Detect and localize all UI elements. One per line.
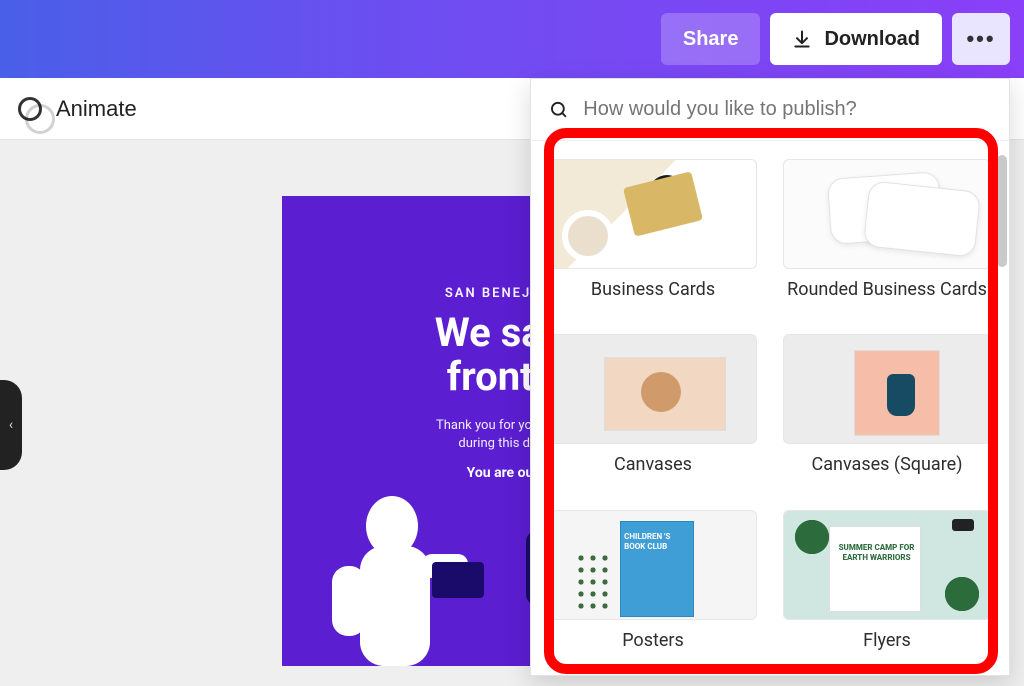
download-icon [792, 29, 812, 49]
publish-grid: Business Cards Rounded Business Cards Ca… [531, 141, 1009, 675]
share-label: Share [683, 28, 739, 51]
publish-search-row [531, 79, 1009, 141]
more-button[interactable]: ••• [952, 13, 1010, 65]
search-icon [549, 99, 569, 121]
animate-label: Animate [56, 96, 137, 122]
more-icon: ••• [966, 26, 995, 52]
publish-label: Canvases [549, 454, 757, 475]
publish-panel: Business Cards Rounded Business Cards Ca… [530, 78, 1010, 676]
publish-item-canvases[interactable]: Canvases [549, 334, 757, 491]
publish-label: Flyers [783, 630, 991, 651]
thumbnail-posters [549, 510, 757, 620]
thumbnail-rounded-business-cards [783, 159, 991, 269]
top-bar: Share Download ••• [0, 0, 1024, 78]
publish-label: Canvases (Square) [783, 454, 991, 475]
publish-item-flyers[interactable]: Flyers [783, 510, 991, 667]
thumbnail-canvases-square [783, 334, 991, 444]
thumbnail-canvases [549, 334, 757, 444]
thumbnail-flyers [783, 510, 991, 620]
publish-label: Posters [549, 630, 757, 651]
animate-button[interactable]: Animate [18, 96, 137, 122]
publish-item-posters[interactable]: Posters [549, 510, 757, 667]
publish-label: Rounded Business Cards [783, 279, 991, 300]
download-label: Download [824, 28, 920, 51]
side-panel-handle[interactable] [0, 380, 22, 470]
animate-icon [18, 97, 42, 121]
thumbnail-business-cards [549, 159, 757, 269]
publish-label: Business Cards [549, 279, 757, 300]
share-button[interactable]: Share [661, 13, 761, 65]
download-button[interactable]: Download [770, 13, 942, 65]
publish-scrollbar[interactable] [997, 155, 1007, 267]
publish-item-business-cards[interactable]: Business Cards [549, 159, 757, 316]
publish-search-input[interactable] [583, 98, 991, 121]
publish-item-rounded-business-cards[interactable]: Rounded Business Cards [783, 159, 991, 316]
publish-item-canvases-square[interactable]: Canvases (Square) [783, 334, 991, 491]
